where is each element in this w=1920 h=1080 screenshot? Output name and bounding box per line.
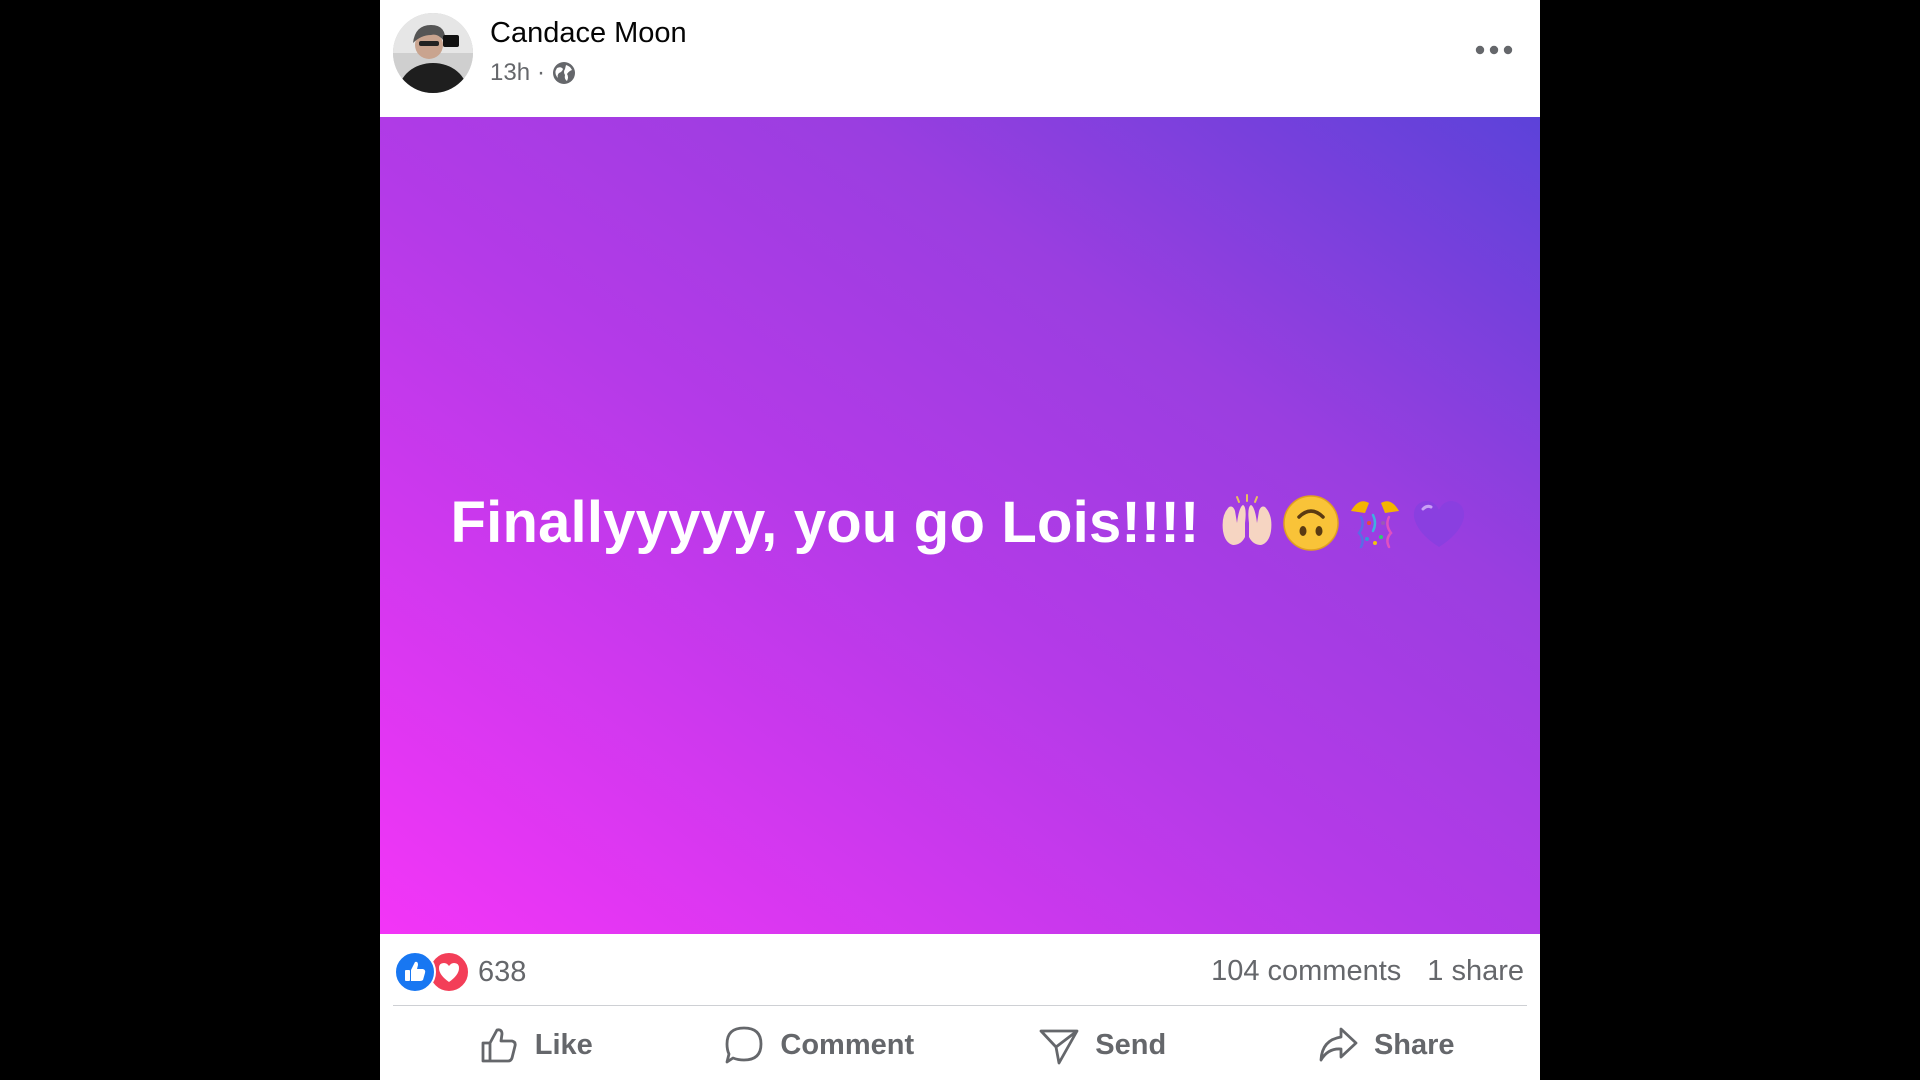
reaction-icons[interactable]	[394, 951, 470, 993]
post-actions: Like Comment Send Share	[393, 1010, 1527, 1080]
send-button[interactable]: Send	[960, 1010, 1244, 1080]
globe-icon[interactable]	[551, 60, 577, 86]
share-icon	[1319, 1027, 1358, 1062]
meta-separator: ·	[537, 59, 546, 86]
like-reaction-icon	[394, 951, 436, 993]
comment-icon	[725, 1026, 763, 1064]
more-options-icon[interactable]	[1464, 28, 1524, 72]
status-text: Finallyyyyy, you go Lois!!!!	[450, 490, 1200, 555]
comments-count[interactable]: 104 comments	[1211, 955, 1401, 988]
share-label: Share	[1373, 1028, 1455, 1061]
comment-label: Comment	[780, 1028, 915, 1061]
status-background: Finallyyyyy, you go Lois!!!!	[380, 117, 1540, 934]
share-button[interactable]: Share	[1244, 1010, 1528, 1080]
confetti-emoji	[1345, 493, 1405, 553]
emoji-row	[1217, 493, 1469, 553]
raising-hands-emoji	[1217, 493, 1277, 553]
author-name[interactable]: Candace Moon	[490, 17, 687, 50]
engagement-stats: 104 comments 1 share	[1211, 955, 1524, 988]
post-header: Candace Moon 13h ·	[380, 0, 1540, 117]
author-avatar[interactable]	[393, 13, 473, 93]
upside-down-face-emoji	[1281, 493, 1341, 553]
reaction-count[interactable]: 638	[478, 956, 526, 989]
thumbs-up-icon	[481, 1028, 517, 1063]
post-timestamp[interactable]: 13h	[490, 59, 530, 87]
send-label: Send	[1095, 1028, 1167, 1061]
reaction-summary-bar: 638 104 comments 1 share	[380, 934, 1540, 1004]
status-text-block: Finallyyyyy, you go Lois!!!!	[380, 117, 1540, 934]
shares-count[interactable]: 1 share	[1427, 955, 1524, 988]
purple-heart-emoji	[1409, 493, 1469, 553]
send-icon	[1039, 1029, 1079, 1065]
post-meta: 13h ·	[490, 59, 577, 87]
facebook-post: Candace Moon 13h · Finallyyyyy, you go L…	[380, 0, 1540, 1080]
comment-button[interactable]: Comment	[677, 1010, 961, 1080]
like-button[interactable]: Like	[393, 1010, 677, 1080]
actions-divider	[393, 1005, 1527, 1006]
like-label: Like	[534, 1028, 593, 1061]
